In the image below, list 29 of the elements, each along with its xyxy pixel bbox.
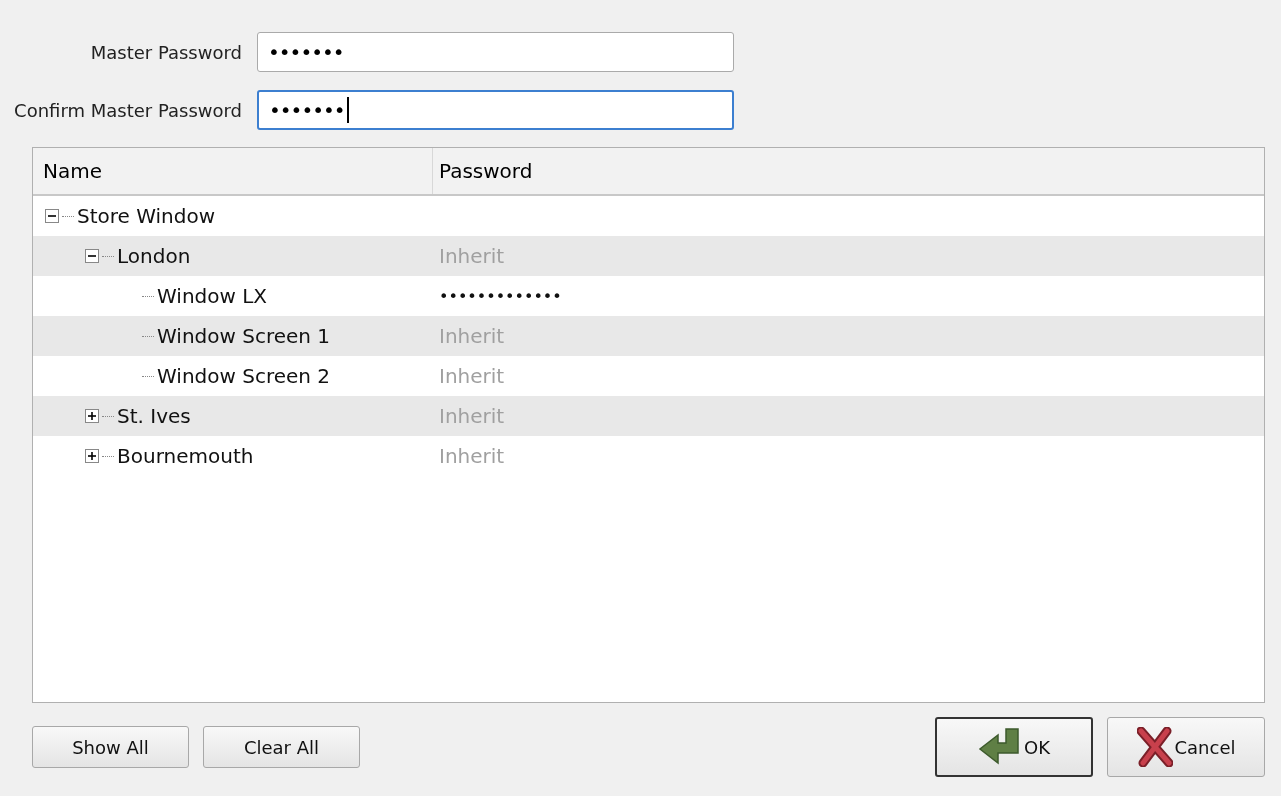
field-label: Master Password	[89, 41, 242, 63]
action-button[interactable]: Show All	[32, 726, 189, 768]
tree-item[interactable]: Window Screen 1	[157, 324, 331, 348]
tree-item[interactable]: London	[117, 244, 191, 268]
column-header[interactable]: Password	[433, 148, 1264, 194]
password-value: •••••••••••••	[439, 286, 562, 306]
password-field[interactable]: •••••••	[257, 90, 734, 130]
action-button[interactable]: Clear All	[203, 726, 360, 768]
x-icon	[1136, 727, 1173, 767]
collapse-icon[interactable]	[85, 249, 99, 263]
tree-item[interactable]: Store Window	[77, 204, 216, 228]
tree-item[interactable]: St. Ives	[117, 404, 191, 428]
arrow-icon	[978, 727, 1022, 767]
tree-item[interactable]: Window Screen 2	[157, 364, 331, 388]
expand-icon[interactable]	[85, 409, 99, 423]
cancel-button[interactable]: Cancel	[1107, 717, 1265, 777]
password-value: Inherit	[439, 324, 505, 348]
tree-item[interactable]: Bournemouth	[117, 444, 254, 468]
password-value: Inherit	[439, 244, 505, 268]
column-header[interactable]: Name	[33, 148, 433, 194]
tree-item[interactable]: Window LX	[157, 284, 268, 308]
collapse-icon[interactable]	[45, 209, 59, 223]
expand-icon[interactable]	[85, 449, 99, 463]
password-value: Inherit	[439, 444, 505, 468]
ok-button[interactable]: OK	[935, 717, 1093, 777]
password-value: Inherit	[439, 404, 505, 428]
field-label: Confirm Master Password	[13, 99, 242, 121]
password-value: Inherit	[439, 364, 505, 388]
password-field[interactable]: •••••••	[257, 32, 734, 72]
